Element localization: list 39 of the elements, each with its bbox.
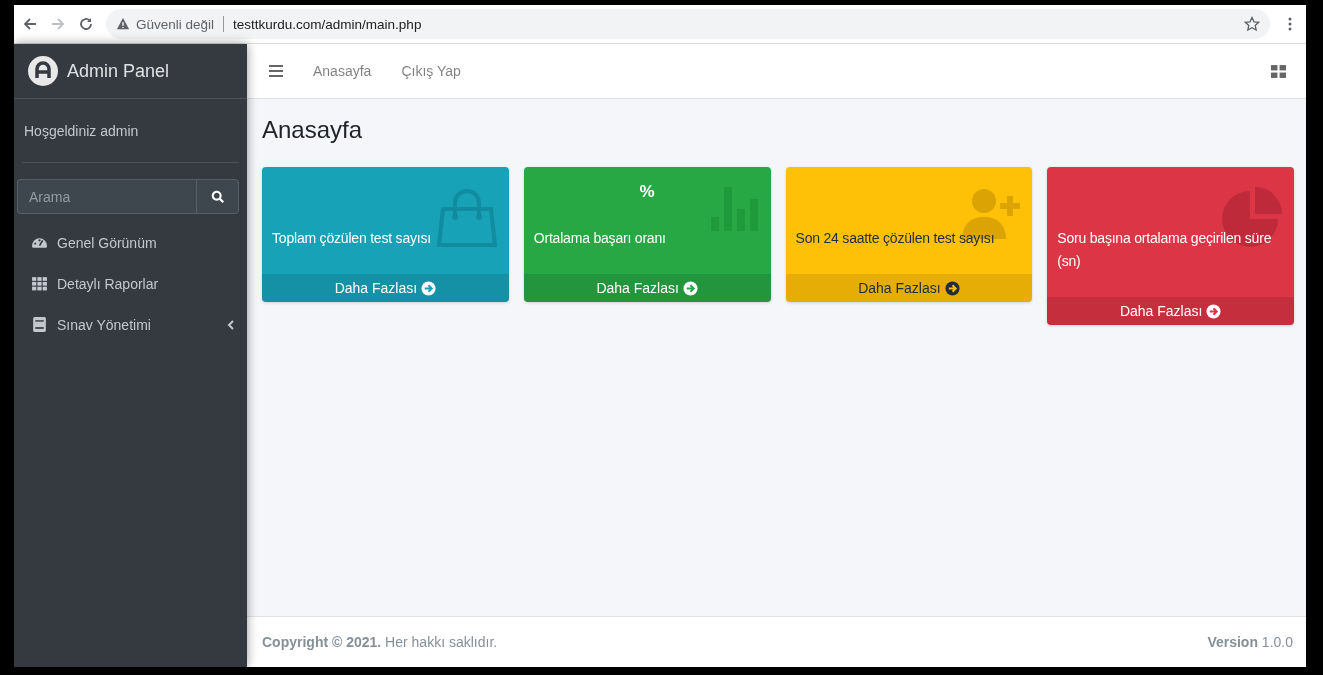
logo-icon	[28, 56, 58, 86]
reload-icon[interactable]	[78, 16, 94, 32]
bag-icon	[436, 187, 497, 247]
warning-icon	[116, 17, 130, 31]
grid-icon	[31, 275, 48, 292]
stat-label: Son 24 saatte çözülen test sayısı	[795, 229, 996, 248]
arrow-circle-icon	[682, 280, 698, 296]
back-icon[interactable]	[22, 16, 38, 32]
address-bar[interactable]: Güvenli değil testtkurdu.com/admin/main.php	[106, 9, 1270, 39]
arrow-circle-icon	[944, 280, 960, 296]
star-icon[interactable]	[1244, 16, 1260, 32]
menu-icon[interactable]	[269, 65, 283, 77]
copyright-text: Copyright © 2021. Her hakkı saklıdır.	[262, 634, 498, 650]
apps-icon[interactable]	[1271, 64, 1286, 78]
stat-label: Ortalama başarı oranı	[533, 229, 667, 248]
stat-label: Soru başına ortalama geçirilen süre (sn)	[1057, 229, 1273, 271]
url-text: testtkurdu.com/admin/main.php	[233, 16, 423, 32]
sidebar-item[interactable]: Genel Görünüm	[14, 222, 247, 263]
brand-title[interactable]: Admin Panel	[67, 60, 170, 82]
welcome-text: Hoşgeldiniz admin	[22, 99, 239, 163]
version-text: Version 1.0.0	[1207, 634, 1293, 650]
search-field[interactable]: Arama	[17, 179, 196, 214]
nav-link[interactable]: Anasayfa	[313, 63, 372, 79]
book-icon	[31, 316, 48, 333]
sidebar-item[interactable]: Detaylı Raporlar	[14, 263, 247, 304]
more-info-link[interactable]: Daha Fazlası	[523, 274, 771, 302]
more-info-link[interactable]: Daha Fazlası	[1047, 297, 1294, 325]
arrow-circle-icon	[421, 280, 437, 296]
page-title: Anasayfa	[262, 115, 364, 145]
stat-value: %	[639, 182, 655, 201]
search-icon	[210, 189, 225, 204]
sidebar-item[interactable]: Sınav Yönetimi	[14, 304, 247, 345]
search-button[interactable]	[196, 179, 239, 214]
stat-label: Toplam çözülen test sayısı	[272, 229, 432, 248]
arrow-circle-icon	[1206, 303, 1222, 319]
more-info-link[interactable]: Daha Fazlası	[785, 274, 1033, 302]
more-info-link[interactable]: Daha Fazlası	[262, 274, 509, 302]
security-label: Güvenli değil	[136, 16, 215, 32]
nav-link[interactable]: Çıkış Yap	[401, 63, 461, 79]
